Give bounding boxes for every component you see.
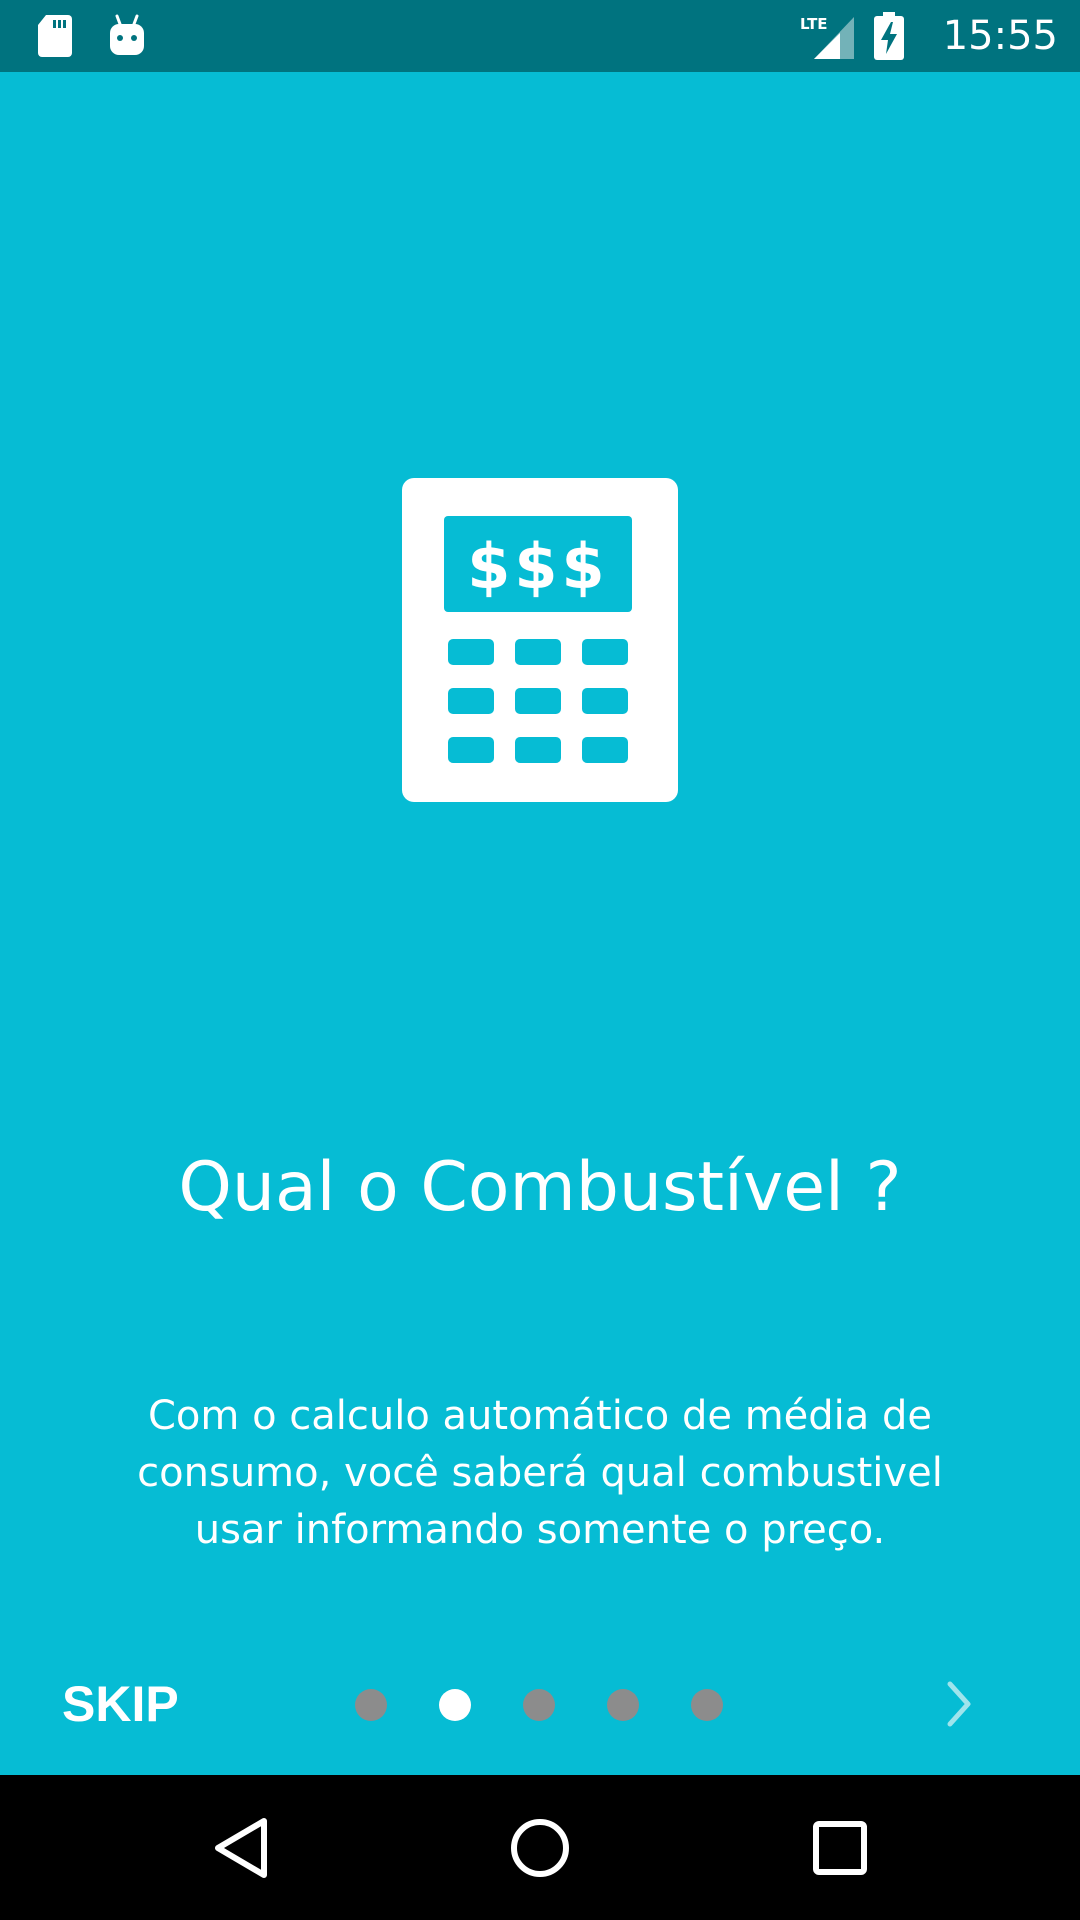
lte-signal-icon: LTE — [800, 15, 854, 59]
calculator-money-icon: $$$ — [402, 478, 678, 802]
page-indicator — [355, 1689, 725, 1721]
page-dot[interactable] — [355, 1689, 387, 1721]
sd-card-icon — [38, 15, 72, 57]
recents-icon[interactable] — [810, 1818, 870, 1878]
battery-charging-icon — [874, 12, 904, 60]
page-title: Qual o Combustível ? — [178, 1148, 902, 1227]
page-dot[interactable] — [607, 1689, 639, 1721]
navigation-bar — [0, 1775, 1080, 1920]
page-dot[interactable] — [523, 1689, 555, 1721]
hero-money-label: $$$ — [467, 530, 608, 603]
onboarding-page: $$$ Qual o Combustível ? Com o calculo a… — [0, 72, 1080, 1775]
network-type-label: LTE — [800, 15, 828, 33]
onboarding-controls: SKIP — [0, 1640, 1080, 1768]
status-clock: 15:55 — [942, 13, 1058, 59]
skip-button[interactable]: SKIP — [62, 1676, 179, 1732]
onboarding-screen: LTE 15:55 $$$ Qual o Combustível ? Com o… — [0, 0, 1080, 1920]
android-debug-icon — [110, 14, 144, 55]
page-dot[interactable] — [691, 1689, 723, 1721]
page-dot-active[interactable] — [439, 1689, 471, 1721]
page-description: Com o calculo automático de média de con… — [137, 1393, 943, 1553]
back-icon[interactable] — [210, 1815, 274, 1881]
home-icon[interactable] — [508, 1815, 572, 1881]
chevron-right-icon[interactable] — [930, 1676, 986, 1732]
status-bar: LTE 15:55 — [0, 0, 1080, 72]
